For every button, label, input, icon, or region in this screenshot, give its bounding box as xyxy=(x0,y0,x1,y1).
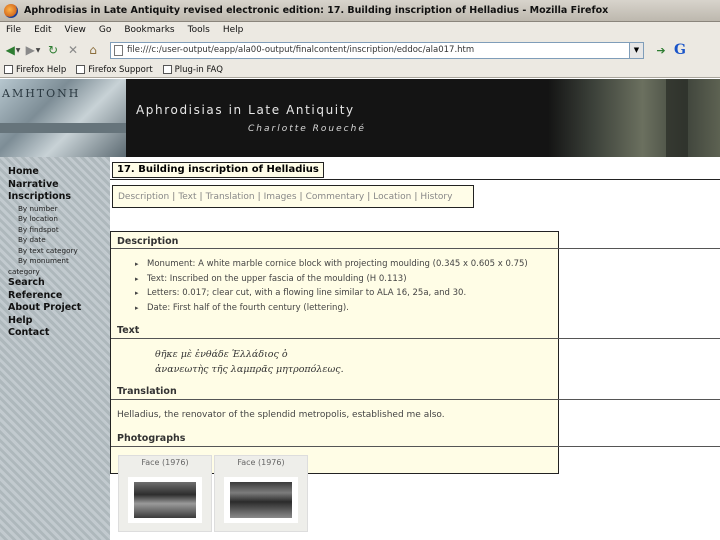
go-arrow-icon: ➔ xyxy=(656,43,666,57)
tab-description[interactable]: Description xyxy=(118,192,169,202)
sidebar-subitem-by-location[interactable]: By location xyxy=(8,214,108,225)
menu-edit[interactable]: Edit xyxy=(34,25,51,35)
sidebar-item-help[interactable]: Help xyxy=(8,315,108,328)
reload-icon: ↻ xyxy=(47,43,59,57)
home-icon: ⌂ xyxy=(89,43,97,57)
tab-images[interactable]: Images xyxy=(264,192,297,202)
header-stone-image: ΑΜΗΤΟΝΗ xyxy=(0,79,126,157)
menu-view[interactable]: View xyxy=(65,25,86,35)
list-item: Date: First half of the fourth century (… xyxy=(135,301,555,316)
stone-inscription-text: ΑΜΗΤΟΝΗ xyxy=(2,87,81,100)
tab-location[interactable]: Location xyxy=(373,192,411,202)
google-icon[interactable]: G xyxy=(674,42,686,58)
stop-button[interactable]: ✕ xyxy=(64,41,82,59)
home-button[interactable]: ⌂ xyxy=(84,41,102,59)
tab-commentary[interactable]: Commentary xyxy=(306,192,365,202)
menu-bookmarks[interactable]: Bookmarks xyxy=(124,25,174,35)
back-button[interactable]: ◀ ▼ xyxy=(4,41,22,59)
greek-text-line-1: θῆκε μὲ ἐνθάδε Ἑλλάδιος ὁ xyxy=(155,349,288,360)
translation-text: Helladius, the renovator of the splendid… xyxy=(117,410,445,420)
menu-bar: File Edit View Go Bookmarks Tools Help xyxy=(0,22,720,38)
photo-caption: Face (1976) xyxy=(141,458,189,467)
photo-card[interactable]: Face (1976) xyxy=(118,455,212,532)
page-title: 17. Building inscription of Helladius xyxy=(112,162,324,178)
bookmark-icon xyxy=(162,65,172,74)
forward-dropdown-icon[interactable]: ▼ xyxy=(36,47,41,54)
bookmark-icon xyxy=(4,65,13,74)
chevron-down-icon: ▼ xyxy=(633,46,640,54)
tab-translation[interactable]: Translation xyxy=(206,192,255,202)
sidebar-subitem-by-monument[interactable]: By monument xyxy=(8,256,108,267)
bookmarks-toolbar: Firefox Help Firefox Support Plug-in FAQ xyxy=(0,62,720,78)
greek-text-line-2: ἀνανεωτὴς τῆς λαμπρᾶς μητροπόλεως. xyxy=(155,364,344,375)
back-dropdown-icon[interactable]: ▼ xyxy=(16,47,21,54)
sidebar-item-search[interactable]: Search xyxy=(8,277,108,290)
header-ruins-image xyxy=(548,79,720,157)
reload-button[interactable]: ↻ xyxy=(44,41,62,59)
photo-thumbnail[interactable] xyxy=(128,477,202,523)
list-item: Text: Inscribed on the upper fascia of t… xyxy=(135,272,555,287)
menu-file[interactable]: File xyxy=(6,25,21,35)
page-icon xyxy=(114,44,123,56)
description-list: Monument: A white marble cornice block w… xyxy=(135,257,555,315)
bookmark-icon xyxy=(76,65,86,74)
tab-history[interactable]: History xyxy=(420,192,452,202)
menu-help[interactable]: Help xyxy=(223,25,244,35)
bookmark-firefox-help[interactable]: Firefox Help xyxy=(4,65,66,75)
window-title: Aphrodisias in Late Antiquity revised el… xyxy=(24,5,609,16)
url-bar[interactable]: file:///c:/user-output/eapp/ala00-output… xyxy=(110,41,630,59)
forward-arrow-icon: ▶ xyxy=(25,43,35,57)
section-tabs: Description | Text | Translation | Images | … xyxy=(112,185,474,208)
sidebar-item-narrative[interactable]: Narrative xyxy=(8,179,108,192)
stop-icon: ✕ xyxy=(67,43,79,57)
sidebar-item-contact[interactable]: Contact xyxy=(8,327,108,340)
site-header-banner: ΑΜΗΤΟΝΗ Aphrodisias in Late Antiquity Ch… xyxy=(0,79,720,157)
site-subtitle: Charlotte Roueché xyxy=(248,124,366,134)
main-content: 17. Building inscription of Helladius De… xyxy=(110,157,720,540)
photo-caption: Face (1976) xyxy=(237,458,285,467)
menu-go[interactable]: Go xyxy=(99,25,111,35)
list-item: Monument: A white marble cornice block w… xyxy=(135,257,555,272)
title-underline xyxy=(110,179,720,180)
photo-card[interactable]: Face (1976) xyxy=(214,455,308,532)
photo-thumbnail[interactable] xyxy=(224,477,298,523)
sidebar-item-about[interactable]: About Project xyxy=(8,302,108,315)
inscription-panel: Description Monument: A white marble cor… xyxy=(110,231,720,474)
site-title: Aphrodisias in Late Antiquity xyxy=(136,103,355,117)
description-heading: Description xyxy=(117,236,179,247)
bookmark-firefox-support[interactable]: Firefox Support xyxy=(76,65,153,75)
sidebar-item-inscriptions[interactable]: Inscriptions xyxy=(8,191,108,204)
window-title-bar[interactable]: Aphrodisias in Late Antiquity revised el… xyxy=(0,0,720,22)
back-arrow-icon: ◀ xyxy=(5,43,15,57)
sidebar-subitem-by-number[interactable]: By number xyxy=(8,204,108,215)
left-sidebar: Home Narrative Inscriptions By number By… xyxy=(0,157,110,540)
menu-tools[interactable]: Tools xyxy=(188,25,210,35)
sidebar-subitem-by-date[interactable]: By date xyxy=(8,235,108,246)
sidebar-subitem-by-text-category[interactable]: By text category xyxy=(8,246,108,257)
navigation-toolbar: ◀ ▼ ▶ ▼ ↻ ✕ ⌂ file:///c:/user-output/eapp/… xyxy=(0,38,720,62)
photographs-heading: Photographs xyxy=(117,433,186,444)
text-heading: Text xyxy=(117,325,140,336)
sidebar-subitem-by-monument-wrap[interactable]: category xyxy=(8,267,108,278)
url-dropdown-button[interactable]: ▼ xyxy=(630,41,644,59)
sidebar-item-reference[interactable]: Reference xyxy=(8,290,108,303)
bookmark-plugin-faq[interactable]: Plug-in FAQ xyxy=(162,65,223,75)
sidebar-subitem-by-findspot[interactable]: By findspot xyxy=(8,225,108,236)
url-text: file:///c:/user-output/eapp/ala00-output… xyxy=(127,45,475,55)
sidebar-item-home[interactable]: Home xyxy=(8,166,108,179)
sidebar-nav: Home Narrative Inscriptions By number By… xyxy=(8,166,108,340)
forward-button[interactable]: ▶ ▼ xyxy=(24,41,42,59)
firefox-icon xyxy=(4,3,18,18)
list-item: Letters: 0.017; clear cut, with a flowin… xyxy=(135,286,555,301)
photo-gallery: Face (1976) Face (1976) xyxy=(118,455,310,532)
tab-text[interactable]: Text xyxy=(178,192,196,202)
go-button[interactable]: ➔ xyxy=(652,41,670,59)
translation-heading: Translation xyxy=(117,386,177,397)
